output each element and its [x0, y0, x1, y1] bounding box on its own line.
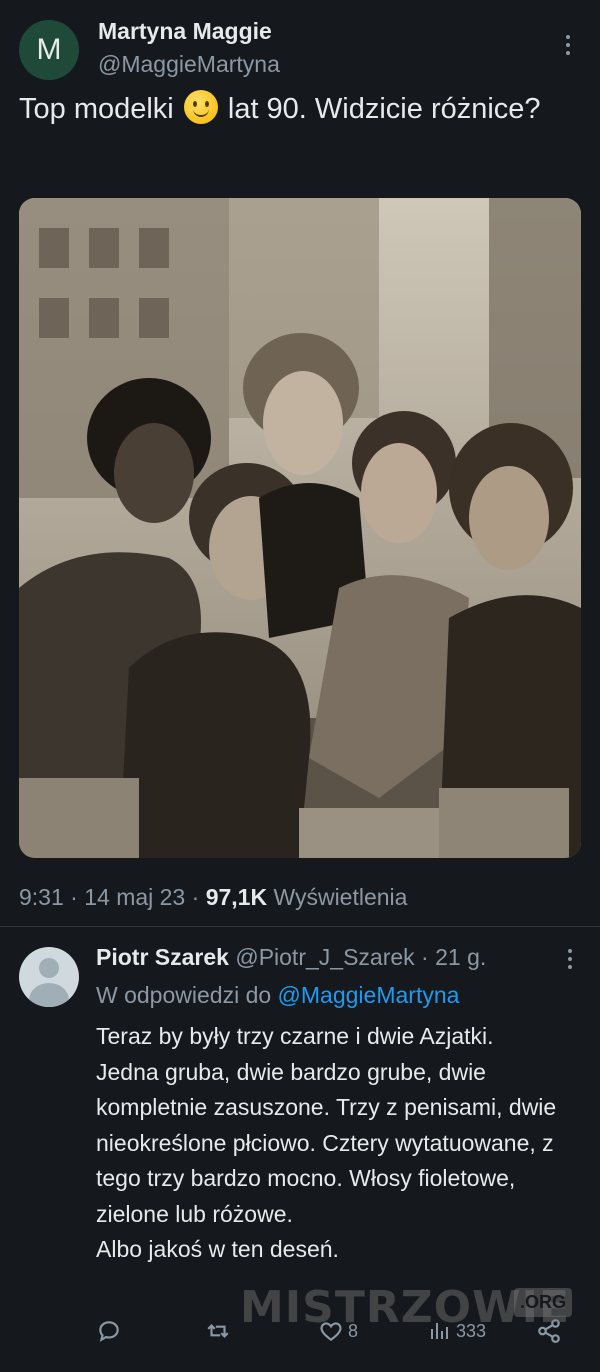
views-count: 97,1K: [205, 884, 268, 910]
tweet-time: 9:31: [19, 884, 64, 910]
tweet-photo[interactable]: [19, 198, 581, 858]
replying-prefix: W odpowiedzi do: [96, 982, 278, 1008]
retweet-button[interactable]: [204, 1311, 232, 1351]
author-avatar[interactable]: M: [19, 20, 79, 80]
reply-header: Piotr Szarek @Piotr_J_Szarek · 21 g.: [96, 944, 486, 971]
reply-text: Teraz by były trzy czarne i dwie Azjatki…: [96, 1023, 557, 1262]
meta-separator: ·: [185, 884, 206, 910]
main-tweet: M Martyna Maggie @MaggieMartyna Top mode…: [0, 0, 600, 926]
meta-separator: ·: [63, 884, 85, 910]
reply-author-name[interactable]: Piotr Szarek: [96, 944, 229, 970]
avatar-letter: M: [36, 33, 62, 66]
more-options-icon[interactable]: [556, 30, 580, 60]
tweet-meta: 9:31 · 14 maj 23 · 97,1K Wyświetlenia: [19, 884, 407, 911]
more-options-icon[interactable]: [558, 947, 582, 971]
meta-separator: ·: [414, 944, 436, 970]
replying-to: W odpowiedzi do @MaggieMartyna: [96, 982, 459, 1009]
tweet-date: 14 maj 23: [84, 884, 186, 910]
tweet-text-part-2: lat 90. Widzicie różnice?: [219, 93, 541, 125]
retweet-icon: [207, 1324, 229, 1338]
reply-author-handle[interactable]: @Piotr_J_Szarek: [235, 944, 414, 970]
author-name[interactable]: Martyna Maggie: [98, 18, 272, 45]
reply-icon: [99, 1321, 119, 1342]
views-label: Wyświetlenia: [273, 884, 408, 910]
reply-button[interactable]: [96, 1311, 122, 1351]
author-handle[interactable]: @MaggieMartyna: [98, 51, 280, 78]
watermark-suffix: .ORG: [514, 1288, 573, 1317]
tweet-text: Top modelki lat 90. Widzicie różnice?: [19, 90, 579, 128]
reply-avatar[interactable]: [19, 947, 79, 1007]
smiling-face-icon: [183, 90, 218, 124]
replying-mention-link[interactable]: @MaggieMartyna: [278, 982, 460, 1008]
tweet-text-part-1: Top modelki: [19, 93, 174, 125]
reply-age: 21 g.: [435, 944, 487, 970]
